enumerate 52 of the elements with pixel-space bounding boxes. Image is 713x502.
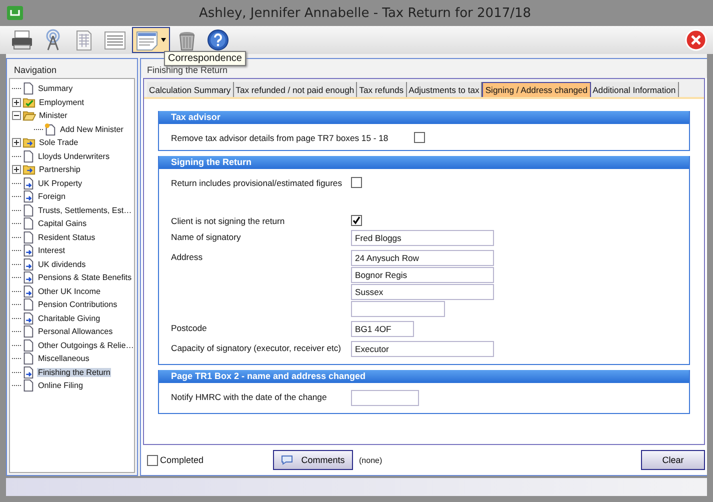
nav-item[interactable]: Other Outgoings & Relie… (37, 340, 135, 350)
nav-item[interactable]: Interest (37, 246, 66, 256)
nav-item[interactable]: Employment (38, 98, 85, 107)
clear-button[interactable]: Clear (641, 450, 705, 470)
field-label: Name of signatory (171, 231, 242, 242)
nav-item[interactable]: Miscellaneous (37, 354, 90, 364)
comments-status: (none) (359, 456, 382, 464)
comments-button[interactable]: Comments (273, 450, 353, 470)
nav-item[interactable]: Minister (38, 111, 68, 120)
nav-item[interactable]: Finishing the Return (37, 368, 112, 377)
tab[interactable]: Signing / Address changed (482, 82, 591, 97)
field-label: Client is not signing the return (171, 215, 286, 226)
input-field[interactable]: Bognor Regis (351, 267, 494, 283)
input-field[interactable]: Executor (351, 341, 494, 357)
nav-item[interactable]: Summary (37, 84, 74, 94)
nav-item[interactable]: Foreign (37, 192, 66, 202)
nav-item[interactable]: Partnership (38, 165, 82, 174)
tab[interactable]: Tax refunds (357, 82, 407, 97)
window-title: Ashley, Jennifer Annabelle - Tax Return for 2017/18 (198, 6, 532, 20)
nav-item[interactable]: Other UK Income (37, 286, 102, 296)
nav-item[interactable]: Add New Minister (59, 124, 124, 134)
tab[interactable]: Adjustments to tax (406, 82, 482, 97)
nav-item[interactable]: Pension Contributions (37, 300, 118, 310)
field-label: Capacity of signatory (executor, receiver etc) (171, 342, 342, 353)
nav-item[interactable]: Resident Status (37, 232, 96, 242)
nav-item[interactable]: Lloyds Underwriters (37, 152, 111, 161)
section-header: Signing the Return (159, 156, 689, 169)
nav-item[interactable]: Charitable Giving (37, 314, 102, 323)
input-field[interactable]: Sussex (351, 284, 494, 300)
nav-item[interactable]: Online Filing (37, 381, 84, 390)
field-label: Address (171, 251, 204, 262)
nav-item[interactable]: Personal Allowances (37, 327, 114, 336)
section-header: Tax advisor (159, 111, 689, 124)
tab[interactable]: Additional Information (590, 82, 679, 97)
nav-item[interactable]: Capital Gains (37, 219, 88, 228)
tab[interactable]: Tax refunded / not paid enough (234, 82, 358, 97)
field-label: Return includes provisional/estimated figures (171, 177, 344, 188)
panel-title: Navigation (13, 64, 58, 77)
field-label: Remove tax advisor details from page TR7 boxes 15 - 18 (171, 132, 390, 143)
checkbox-label: Completed (160, 455, 204, 465)
field-label: Notify HMRC with the date of the change (171, 391, 328, 402)
section-header: Page TR1 Box 2 - name and address changed (159, 370, 689, 383)
nav-item[interactable]: UK dividends (37, 260, 87, 269)
tab[interactable]: Calculation Summary (147, 82, 234, 97)
field-label: Postcode (171, 322, 208, 333)
input-field[interactable]: Fred Bloggs (351, 230, 494, 246)
nav-item[interactable]: UK Property (37, 178, 84, 188)
nav-item[interactable]: Pensions & State Benefits (37, 273, 133, 282)
nav-item[interactable]: Trusts, Settlements, Est… (37, 206, 133, 215)
input-field[interactable]: BG1 4OF (351, 321, 414, 337)
nav-item[interactable]: Sole Trade (38, 138, 80, 148)
input-field[interactable]: 24 Anysuch Row (351, 250, 494, 266)
